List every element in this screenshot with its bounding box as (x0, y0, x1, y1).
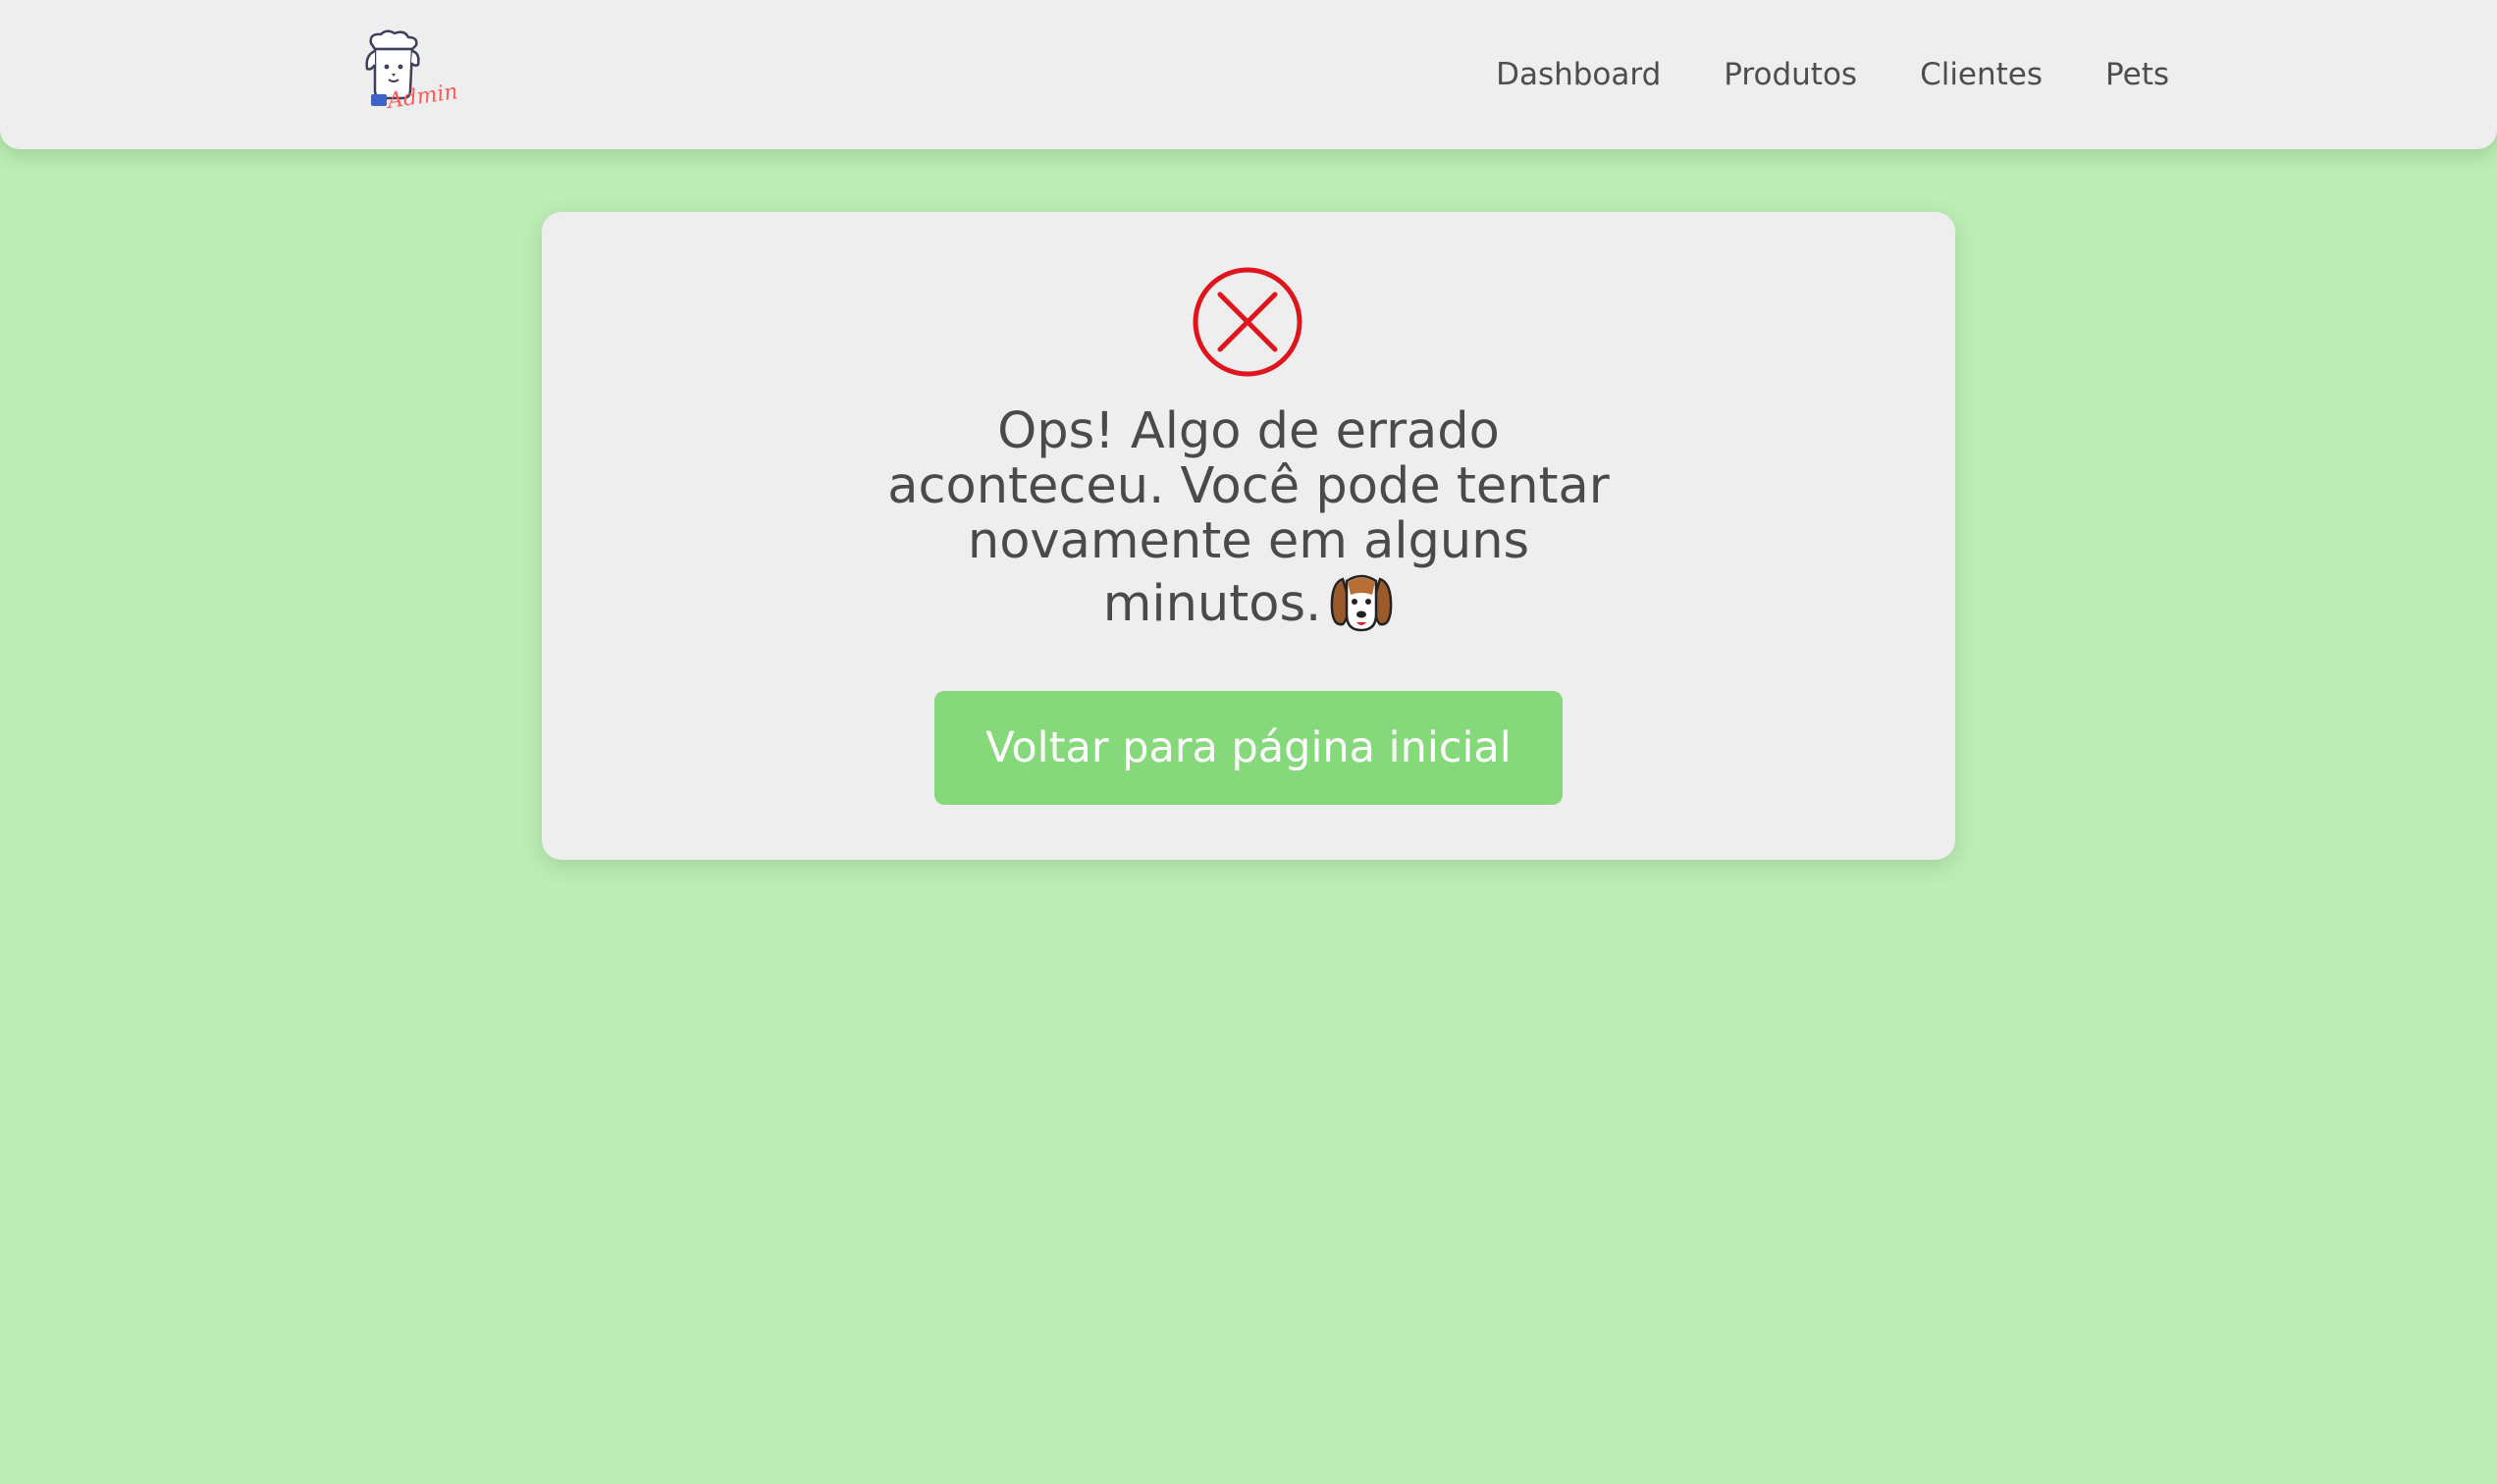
back-home-button[interactable]: Voltar para página inicial (934, 691, 1563, 805)
nav-link-clientes[interactable]: Clientes (1920, 57, 2043, 92)
error-x-circle-icon (1193, 267, 1302, 377)
error-message: Ops! Algo de errado aconteceu. Você pode… (876, 404, 1621, 634)
top-navbar: Admin Dashboard Produtos Clientes Pets (0, 0, 2497, 149)
nav-link-dashboard[interactable]: Dashboard (1496, 57, 1661, 92)
nav-link-pets[interactable]: Pets (2105, 57, 2169, 92)
admin-logo[interactable]: Admin (359, 29, 467, 118)
dog-face-icon (1330, 574, 1393, 632)
main-nav: Dashboard Produtos Clientes Pets (1496, 0, 2169, 149)
error-card: Ops! Algo de errado aconteceu. Você pode… (542, 212, 1955, 860)
error-message-text: Ops! Algo de errado aconteceu. Você pode… (887, 402, 1610, 633)
nav-link-produtos[interactable]: Produtos (1724, 57, 1857, 92)
